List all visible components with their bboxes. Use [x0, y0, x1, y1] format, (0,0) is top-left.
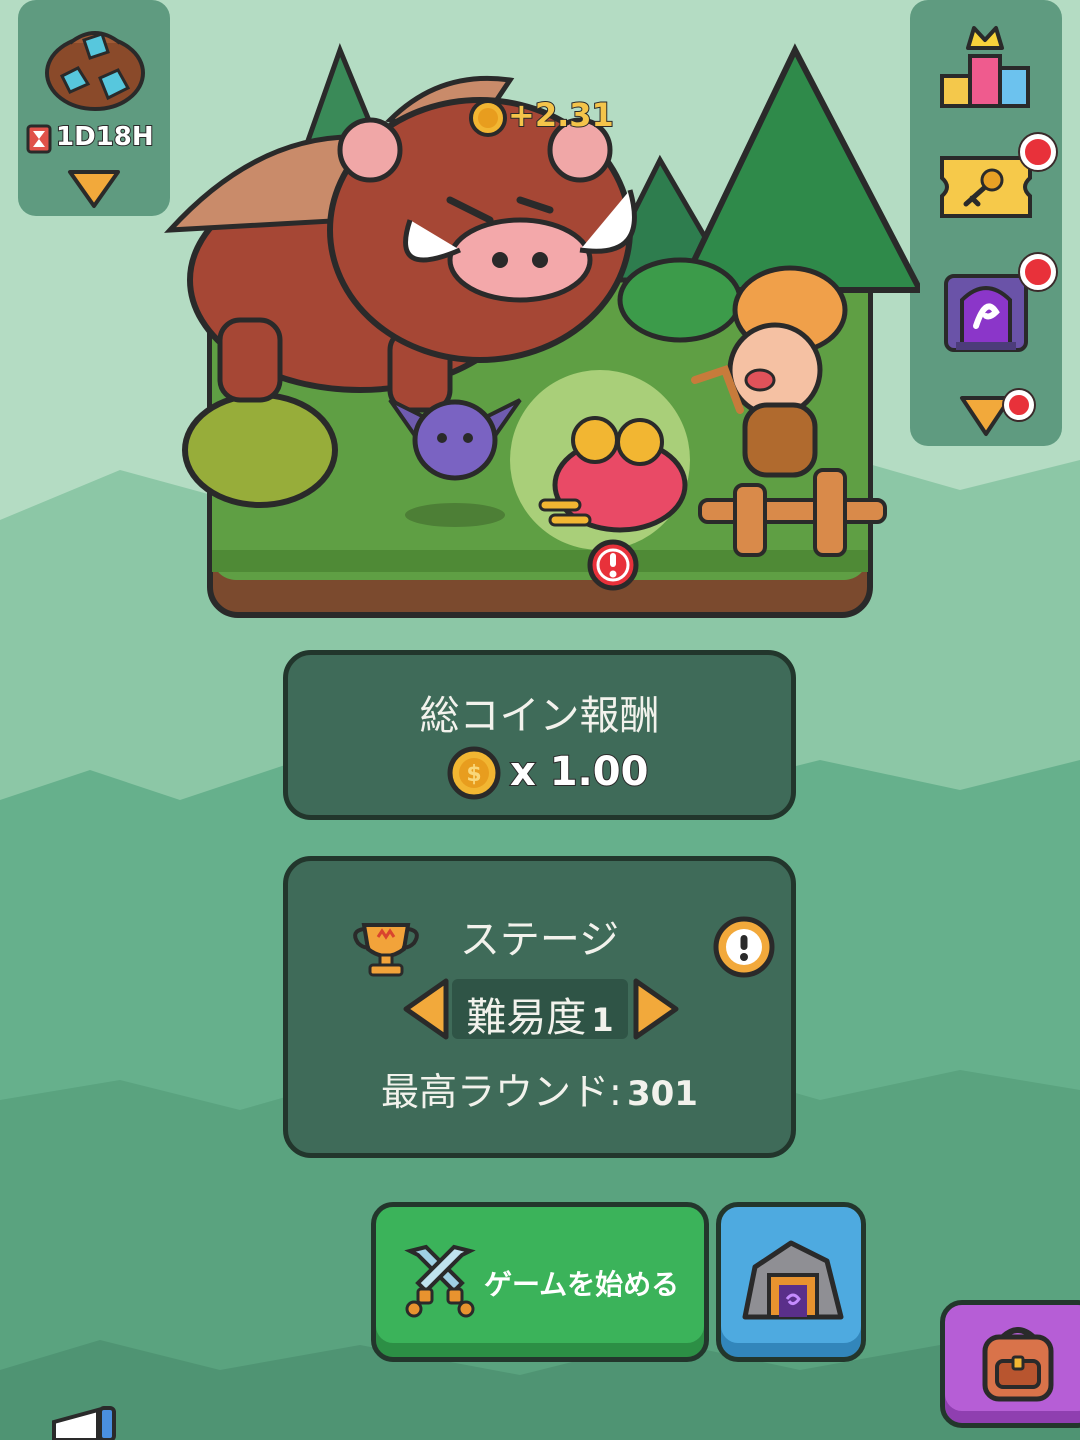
event-panel[interactable]: 1D18H: [18, 0, 170, 216]
stage-panel: ステージ 難易度 1 最高ラウンド: 301: [283, 856, 796, 1158]
hourglass-icon: [26, 124, 52, 154]
start-game-button[interactable]: ゲームを始める: [371, 1202, 709, 1362]
coin-icon: [469, 99, 507, 137]
leaderboard-icon[interactable]: [938, 22, 1034, 112]
alert-icon[interactable]: [586, 538, 640, 592]
chevron-left-icon[interactable]: [400, 977, 452, 1041]
coin-gain-text: +2.31: [507, 95, 615, 135]
coin-reward-panel: 総コイン報酬 $ x 1.00: [283, 650, 796, 820]
coin-reward-title: 総コイン報酬: [419, 693, 660, 739]
notification-dot: [1004, 390, 1034, 420]
start-game-label: ゲームを始める: [484, 1268, 680, 1301]
best-round: 最高ラウンド: 301: [288, 1061, 791, 1116]
inventory-bag-button[interactable]: [940, 1300, 1080, 1428]
notification-dot: [1020, 254, 1056, 290]
crossed-swords-icon: [404, 1244, 476, 1318]
svg-text:$: $: [466, 762, 481, 787]
cave-portal-icon: [742, 1240, 844, 1320]
notification-dot: [1020, 134, 1056, 170]
coin-multiplier: x 1.00: [509, 748, 649, 796]
star-bag-icon: [45, 31, 145, 111]
best-round-label: 最高ラウンド:: [381, 1070, 622, 1114]
best-round-value: 301: [626, 1074, 698, 1114]
difficulty-value: 1: [591, 1001, 614, 1039]
event-timer: 1D18H: [55, 121, 155, 153]
coin-icon: $: [447, 746, 501, 800]
megaphone-icon[interactable]: [48, 1406, 128, 1440]
difficulty-text: 難易度 1: [452, 985, 628, 1043]
backpack-icon: [982, 1327, 1054, 1402]
difficulty-label: 難易度: [466, 995, 587, 1041]
chevron-right-icon[interactable]: [630, 977, 682, 1041]
dungeon-button[interactable]: [716, 1202, 866, 1362]
chevron-down-icon[interactable]: [66, 168, 122, 210]
info-alert-icon[interactable]: [712, 915, 776, 979]
